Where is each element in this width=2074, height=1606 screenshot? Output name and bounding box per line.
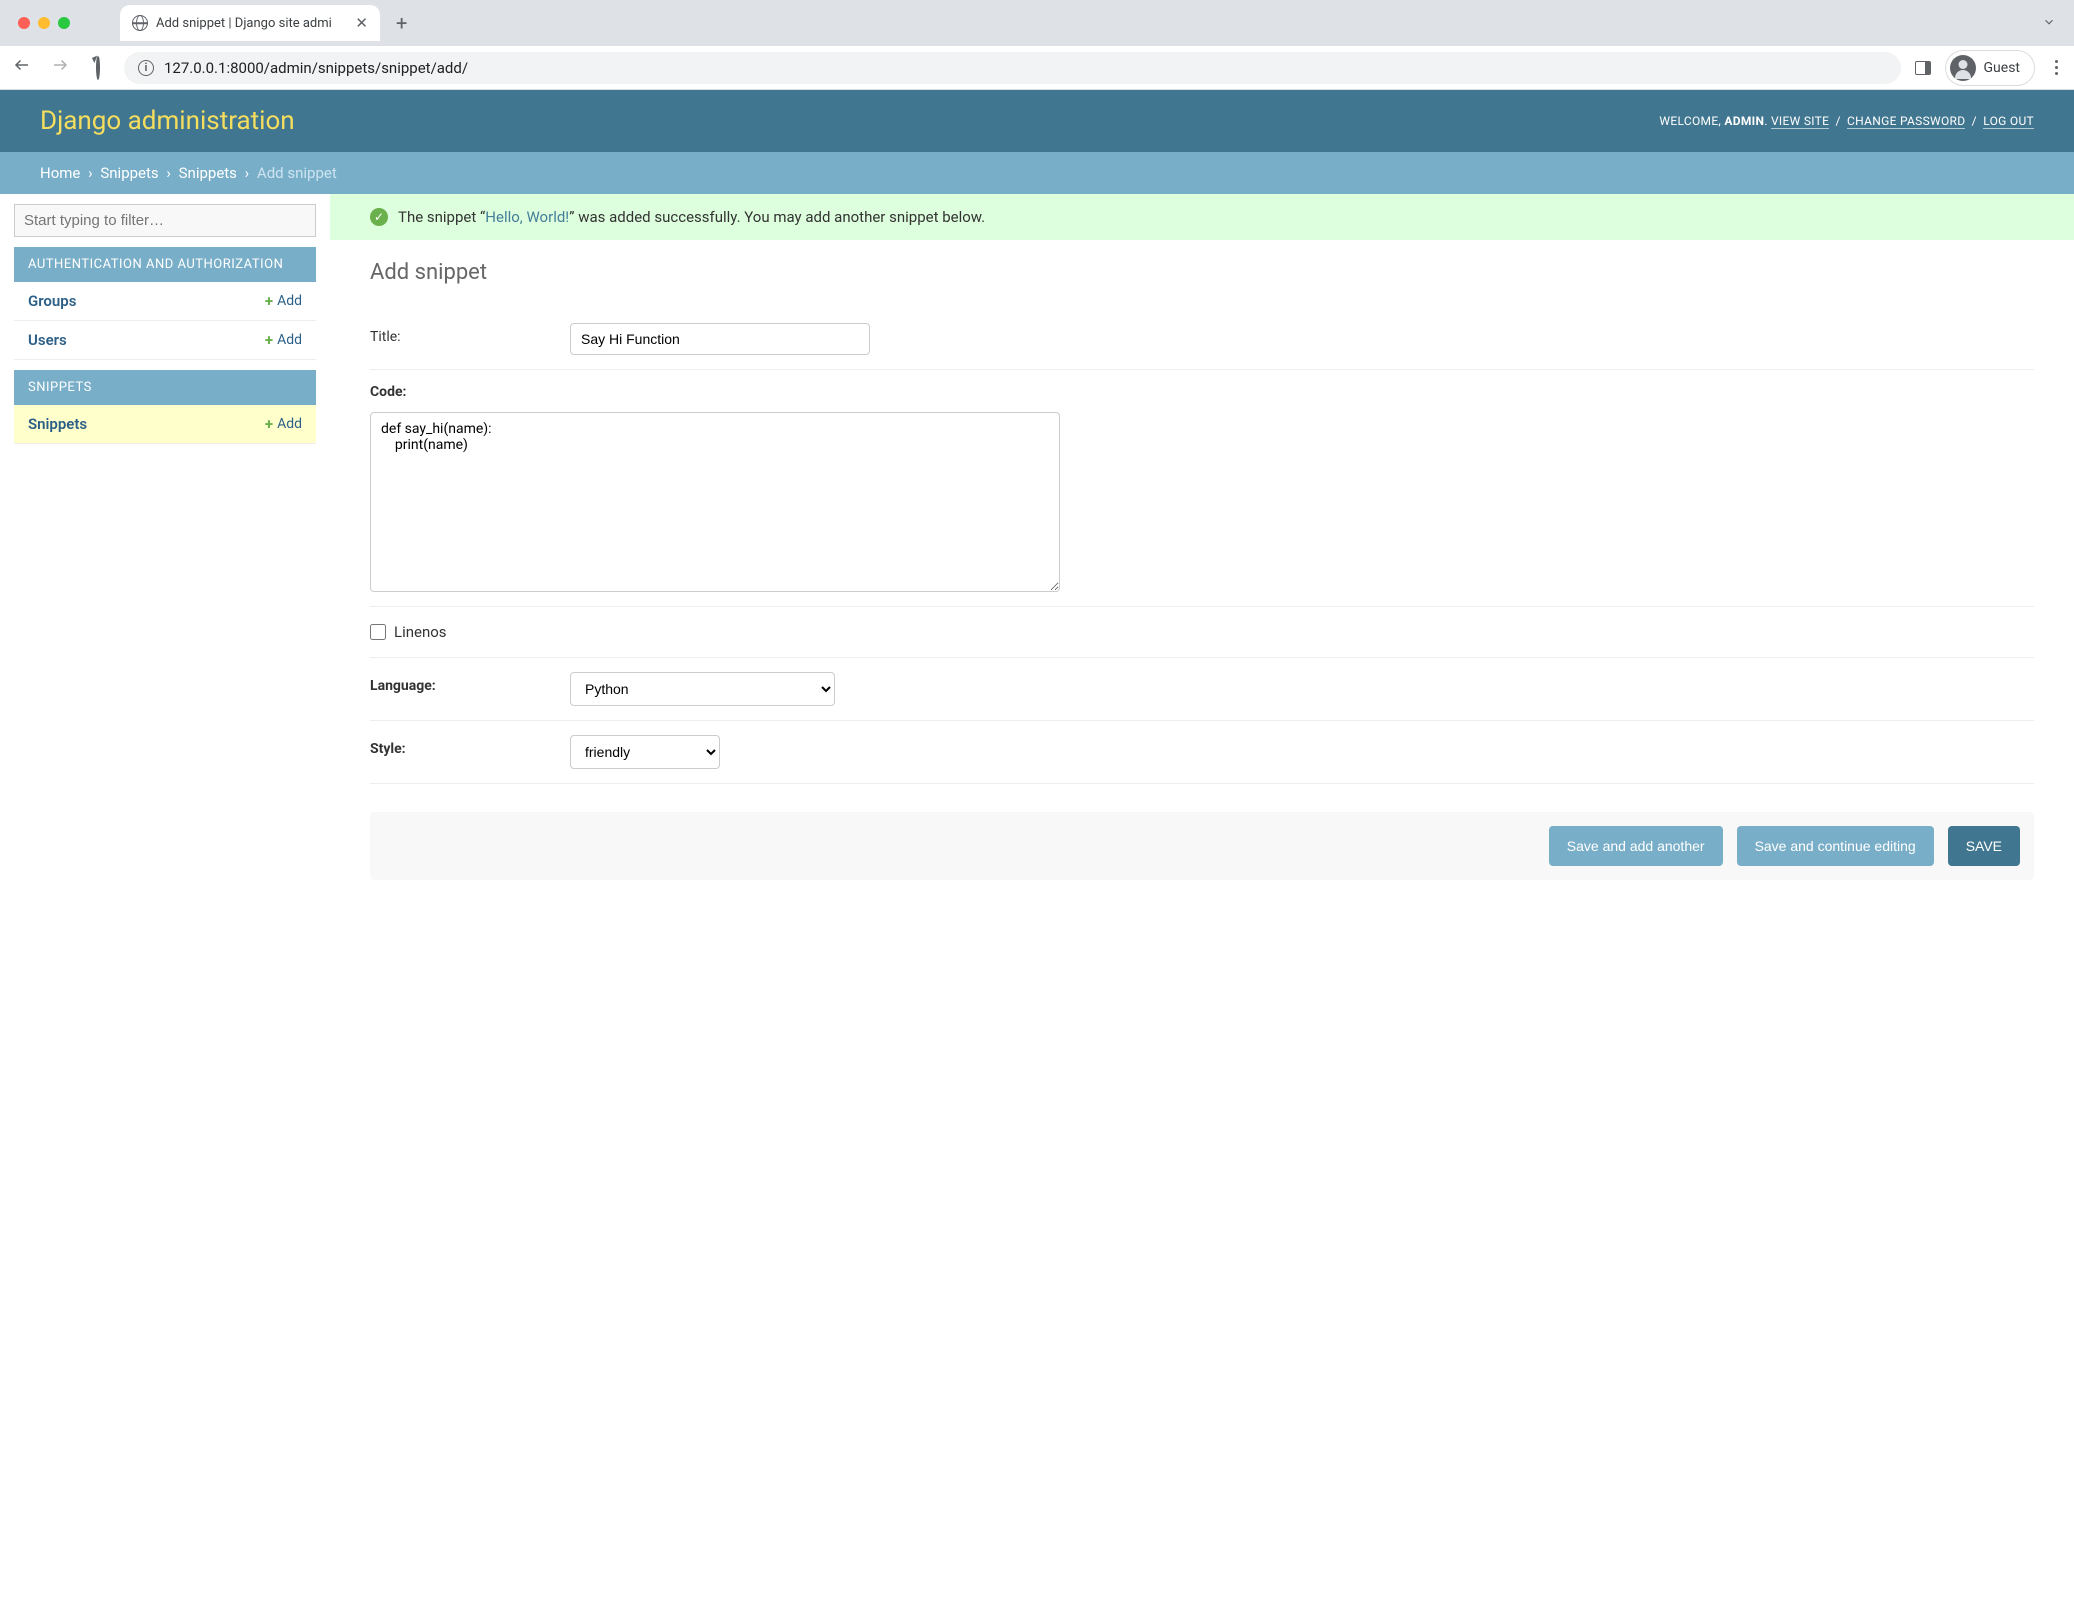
url-text: 127.0.0.1:8000/admin/snippets/snippet/ad… — [164, 59, 468, 77]
page-title: Add snippet — [370, 260, 2034, 285]
code-label: Code: — [370, 384, 406, 400]
model-row-snippets: Snippets +Add — [14, 405, 316, 444]
save-button[interactable]: SAVE — [1948, 826, 2020, 866]
profile-chip[interactable]: Guest — [1945, 50, 2035, 86]
save-add-another-button[interactable]: Save and add another — [1549, 826, 1723, 866]
model-link-snippets[interactable]: Snippets — [28, 415, 87, 433]
code-textarea[interactable] — [370, 412, 1060, 592]
model-row-groups: Groups +Add — [14, 282, 316, 321]
browser-tab[interactable]: Add snippet | Django site admi ✕ — [120, 5, 380, 41]
reload-button[interactable] — [86, 57, 110, 78]
language-select[interactable]: Python — [570, 672, 835, 706]
tab-title: Add snippet | Django site admi — [156, 16, 332, 31]
model-link-users[interactable]: Users — [28, 331, 67, 349]
field-row-language: Language: Python — [370, 658, 2034, 721]
linenos-checkbox[interactable] — [370, 624, 386, 640]
app-caption-snippets[interactable]: SNIPPETS — [14, 370, 316, 405]
browser-menu-button[interactable] — [2049, 60, 2064, 75]
username: ADMIN — [1724, 114, 1764, 128]
sidebar-filter-input[interactable] — [14, 204, 316, 237]
view-site-link[interactable]: VIEW SITE — [1771, 114, 1829, 129]
address-bar[interactable]: i 127.0.0.1:8000/admin/snippets/snippet/… — [124, 52, 1901, 84]
user-tools: WELCOME, ADMIN. VIEW SITE / CHANGE PASSW… — [1659, 114, 2034, 128]
globe-icon — [132, 15, 148, 31]
message-object-link[interactable]: Hello, World! — [485, 208, 569, 226]
reload-icon — [96, 55, 100, 80]
plus-icon: + — [265, 331, 273, 349]
avatar-icon — [1950, 55, 1976, 81]
message-suffix: ” was added successfully. You may add an… — [569, 208, 985, 226]
add-link-users[interactable]: +Add — [265, 331, 302, 349]
field-row-title: Title: — [370, 309, 2034, 370]
branding[interactable]: Django administration — [40, 106, 295, 136]
title-label: Title: — [370, 323, 550, 345]
nav-sidebar: AUTHENTICATION AND AUTHORIZATION Groups … — [0, 194, 330, 920]
back-button[interactable] — [10, 56, 34, 79]
forward-button[interactable] — [48, 56, 72, 79]
linenos-label[interactable]: Linenos — [394, 623, 447, 641]
success-icon: ✓ — [370, 208, 388, 226]
browser-toolbar: i 127.0.0.1:8000/admin/snippets/snippet/… — [0, 46, 2074, 90]
add-link-groups[interactable]: +Add — [265, 292, 302, 310]
breadcrumb: Home › Snippets › Snippets › Add snippet — [0, 152, 2074, 194]
breadcrumb-home[interactable]: Home — [40, 164, 80, 182]
tabs-dropdown-icon[interactable] — [2042, 14, 2074, 33]
style-label: Style: — [370, 735, 550, 757]
breadcrumb-current: Add snippet — [257, 164, 337, 182]
change-password-link[interactable]: CHANGE PASSWORD — [1847, 114, 1965, 129]
app-snippets: SNIPPETS Snippets +Add — [14, 370, 316, 444]
tab-strip: Add snippet | Django site admi ✕ + — [0, 0, 2074, 46]
content-inner: Add snippet Title: Code: Linenos Languag… — [330, 240, 2074, 920]
new-tab-button[interactable]: + — [380, 11, 423, 35]
app-auth: AUTHENTICATION AND AUTHORIZATION Groups … — [14, 247, 316, 360]
profile-label: Guest — [1984, 60, 2020, 76]
breadcrumb-app[interactable]: Snippets — [100, 164, 158, 182]
breadcrumb-model[interactable]: Snippets — [179, 164, 237, 182]
model-row-users: Users +Add — [14, 321, 316, 360]
close-window-icon[interactable] — [18, 17, 30, 29]
language-label: Language: — [370, 672, 550, 694]
minimize-window-icon[interactable] — [38, 17, 50, 29]
window-controls — [10, 17, 80, 29]
field-row-linenos: Linenos — [370, 607, 2034, 658]
logout-link[interactable]: LOG OUT — [1983, 114, 2034, 129]
site-info-icon[interactable]: i — [138, 60, 154, 76]
admin-header: Django administration WELCOME, ADMIN. VI… — [0, 90, 2074, 152]
submit-row: Save and add another Save and continue e… — [370, 812, 2034, 880]
field-row-style: Style: friendly — [370, 721, 2034, 784]
plus-icon: + — [265, 292, 273, 310]
side-panel-icon[interactable] — [1915, 61, 1931, 75]
title-input[interactable] — [570, 323, 870, 355]
maximize-window-icon[interactable] — [58, 17, 70, 29]
field-row-code: Code: — [370, 370, 2034, 607]
add-link-snippets[interactable]: +Add — [265, 415, 302, 433]
close-tab-icon[interactable]: ✕ — [355, 14, 368, 32]
content: ✓ The snippet “Hello, World!” was added … — [330, 194, 2074, 920]
browser-chrome: Add snippet | Django site admi ✕ + i 127… — [0, 0, 2074, 90]
plus-icon: + — [265, 415, 273, 433]
welcome-text: WELCOME, — [1659, 114, 1724, 128]
app-caption-auth[interactable]: AUTHENTICATION AND AUTHORIZATION — [14, 247, 316, 282]
message-prefix: The snippet “ — [398, 208, 485, 226]
main-layout: AUTHENTICATION AND AUTHORIZATION Groups … — [0, 194, 2074, 920]
model-link-groups[interactable]: Groups — [28, 292, 76, 310]
style-select[interactable]: friendly — [570, 735, 720, 769]
save-continue-button[interactable]: Save and continue editing — [1737, 826, 1934, 866]
success-message: ✓ The snippet “Hello, World!” was added … — [330, 194, 2074, 240]
